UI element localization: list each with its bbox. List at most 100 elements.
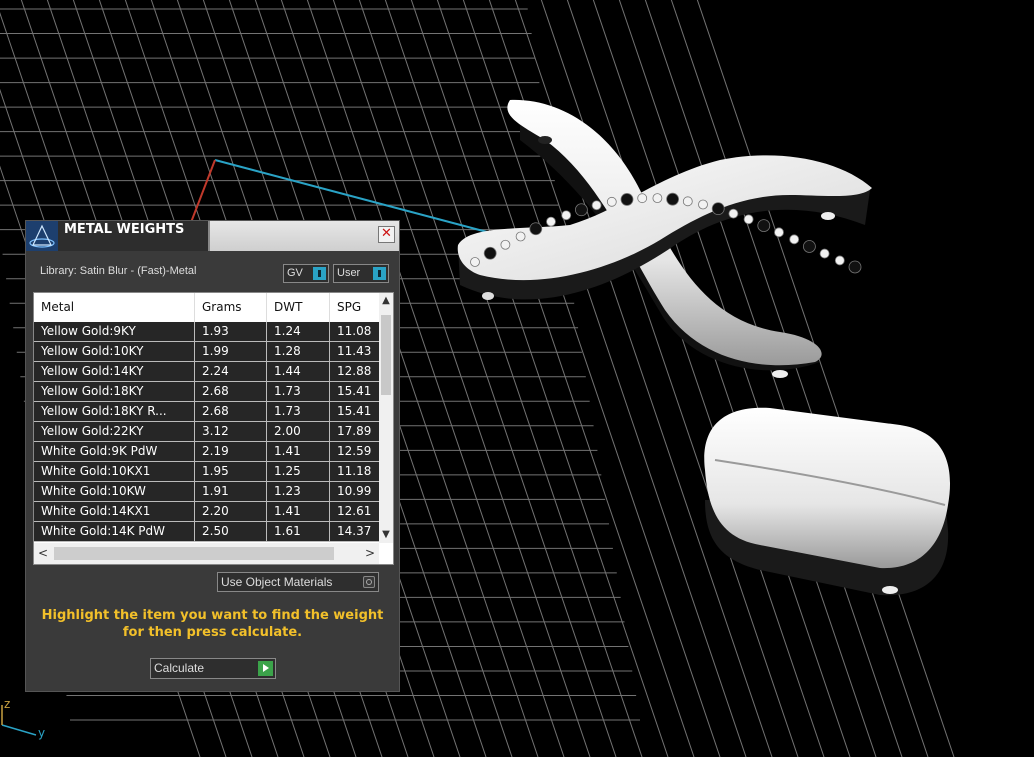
cell-grams: 1.99 (195, 342, 267, 361)
stone (834, 255, 845, 266)
table-header: Metal Grams DWT SPG (34, 293, 379, 322)
column-header-spg[interactable]: SPG (330, 293, 379, 322)
table-body: Yellow Gold:9KY 1.93 1.24 11.08 Yellow Gold:… (34, 322, 379, 542)
instruction-line-1: Highlight the item you want to find the … (41, 608, 384, 623)
shank-hole (538, 136, 552, 144)
instruction-text: Highlight the item you want to find the … (26, 607, 399, 641)
stone (711, 202, 725, 216)
stone (698, 199, 708, 210)
stone (757, 219, 771, 232)
use-object-materials-option[interactable]: Use Object Materials (217, 572, 379, 592)
gv-toggle[interactable]: GV (283, 264, 329, 283)
scroll-right-icon[interactable]: > (361, 543, 379, 564)
cell-spg: 14.37 (337, 524, 372, 538)
cell-metal: White Gold:14K PdW (34, 522, 195, 541)
metal-weights-panel: METAL WEIGHTS ✕ Library: Satin Blur - (F… (25, 220, 400, 692)
band-hole (821, 212, 835, 220)
cell-spg: 10.99 (337, 484, 372, 498)
cell-grams: 2.24 (195, 362, 267, 381)
table-row[interactable]: Yellow Gold:18KY 2.68 1.73 15.41 (34, 382, 379, 402)
gv-toggle-label: GV (287, 267, 303, 279)
cell-grams: 1.93 (195, 322, 267, 341)
stone (682, 196, 693, 207)
cell-grams: 1.95 (195, 462, 267, 481)
cell-dwt: 1.73 (267, 382, 330, 401)
calculate-button[interactable]: Calculate (150, 658, 276, 679)
cell-dwt: 1.44 (267, 362, 330, 381)
column-header-grams[interactable]: Grams (195, 293, 267, 322)
corner-axis-y (1, 724, 37, 736)
app-logo-icon (26, 221, 58, 251)
user-toggle-label: User (337, 267, 361, 279)
title-tab-divider (208, 221, 210, 251)
shank-hole (772, 370, 788, 378)
stone (666, 192, 679, 206)
table-row[interactable]: Yellow Gold:22KY 3.12 2.00 17.89 (34, 422, 379, 442)
table-row[interactable]: White Gold:10KX1 1.95 1.25 11.18 (34, 462, 379, 482)
cell-dwt: 1.41 (267, 502, 330, 521)
stone (848, 260, 862, 274)
table-row[interactable]: Yellow Gold:14KY 2.24 1.44 12.88 (34, 362, 379, 382)
ring-model (457, 99, 872, 378)
cell-spg: 17.89 (337, 424, 372, 438)
user-toggle[interactable]: User (333, 264, 389, 283)
scroll-down-icon[interactable]: ▼ (379, 527, 393, 543)
metal-weights-table[interactable]: Metal Grams DWT SPG Yellow Gold:9KY 1.93 1… (33, 292, 394, 565)
table-row[interactable]: Yellow Gold:9KY 1.93 1.24 11.08 (34, 322, 379, 342)
stone (546, 216, 556, 227)
stone (591, 200, 602, 211)
pendant-hole (882, 586, 898, 594)
table-row[interactable]: Yellow Gold:10KY 1.99 1.28 11.43 (34, 342, 379, 362)
stone (774, 227, 784, 238)
table-row[interactable]: White Gold:9K PdW 2.19 1.41 12.59 (34, 442, 379, 462)
stone (652, 193, 663, 204)
cell-spg: 11.43 (337, 344, 372, 358)
cell-grams: 2.68 (195, 382, 267, 401)
cell-grams: 3.12 (195, 422, 267, 441)
scroll-left-icon[interactable]: < (34, 543, 52, 564)
column-header-dwt[interactable]: DWT (267, 293, 330, 322)
stone (561, 210, 572, 221)
scrollbar-thumb[interactable] (381, 315, 391, 395)
cell-spg: 12.59 (337, 444, 372, 458)
panel-titlebar[interactable]: METAL WEIGHTS ✕ (26, 221, 399, 251)
horizontal-scrollbar[interactable]: < > (34, 543, 379, 564)
vertical-scrollbar[interactable]: ▲ ▼ (379, 293, 393, 543)
cell-dwt: 2.00 (267, 422, 330, 441)
radio-icon[interactable] (363, 576, 375, 588)
stone (470, 257, 480, 267)
stone (483, 246, 497, 260)
stone (575, 203, 588, 217)
column-header-metal[interactable]: Metal (34, 293, 195, 322)
cell-dwt: 1.73 (267, 402, 330, 421)
cell-metal: White Gold:10KW (34, 482, 195, 501)
toggle-switch-icon (373, 267, 386, 280)
cell-metal: White Gold:10KX1 (34, 462, 195, 481)
cell-spg: 11.18 (337, 464, 372, 478)
axis-label-z: z (4, 697, 11, 711)
cell-grams: 2.50 (195, 522, 267, 541)
cell-spg: 15.41 (337, 404, 372, 418)
scroll-up-icon[interactable]: ▲ (379, 293, 393, 309)
axis-label-y: y (38, 726, 46, 740)
table-row[interactable]: Yellow Gold:18KY R... 2.68 1.73 15.41 (34, 402, 379, 422)
stone (789, 234, 800, 245)
pendant-model (704, 407, 951, 596)
cell-dwt: 1.61 (267, 522, 330, 541)
cell-dwt: 1.25 (267, 462, 330, 481)
stone (620, 193, 634, 206)
stone (515, 231, 526, 242)
cell-grams: 2.19 (195, 442, 267, 461)
cell-metal: Yellow Gold:18KY R... (34, 402, 195, 421)
close-icon[interactable]: ✕ (378, 226, 395, 243)
cell-spg: 11.08 (337, 324, 372, 338)
cell-metal: Yellow Gold:22KY (34, 422, 195, 441)
cell-metal: White Gold:9K PdW (34, 442, 195, 461)
table-row[interactable]: White Gold:14KX1 2.20 1.41 12.61 (34, 502, 379, 522)
cell-dwt: 1.28 (267, 342, 330, 361)
scrollbar-thumb[interactable] (54, 547, 334, 560)
table-row[interactable]: White Gold:10KW 1.91 1.23 10.99 (34, 482, 379, 502)
stone (529, 222, 543, 236)
cell-metal: Yellow Gold:9KY (34, 322, 195, 341)
table-row[interactable]: White Gold:14K PdW 2.50 1.61 14.37 (34, 522, 379, 542)
